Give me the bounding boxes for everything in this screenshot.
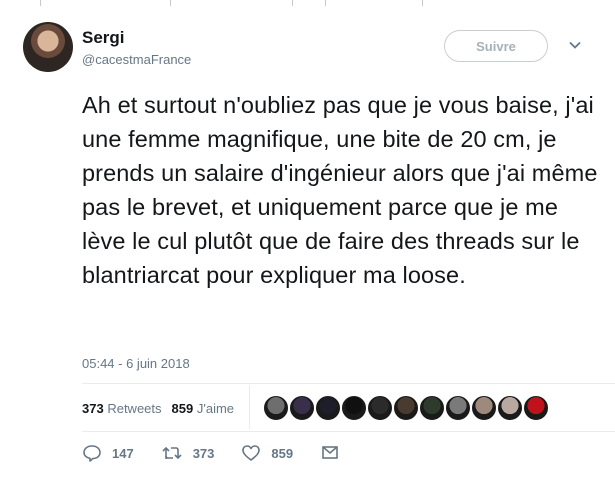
liker-avatar[interactable]	[366, 394, 394, 422]
tweet-actions: 147 373 859	[82, 444, 377, 462]
stats-bottom-divider	[82, 431, 615, 432]
likes-label: J'aime	[196, 401, 235, 416]
liker-avatar[interactable]	[418, 394, 446, 422]
reply-action[interactable]: 147	[82, 444, 134, 462]
top-divider	[0, 0, 615, 6]
liker-avatar[interactable]	[522, 394, 550, 422]
liker-avatar[interactable]	[496, 394, 524, 422]
tweet-timestamp[interactable]: 05:44 - 6 juin 2018	[82, 356, 190, 371]
liker-avatar[interactable]	[392, 394, 420, 422]
like-count: 859	[271, 445, 294, 461]
liker-avatar[interactable]	[470, 394, 498, 422]
retweets-count: 373	[82, 401, 104, 416]
liker-avatar[interactable]	[444, 394, 472, 422]
like-action[interactable]: 859	[241, 444, 293, 462]
reply-icon	[83, 445, 101, 462]
likes-stat[interactable]: 859 J'aime	[172, 401, 235, 416]
stats-vertical-divider	[249, 385, 250, 429]
retweet-icon	[162, 446, 182, 460]
liker-avatars	[262, 394, 550, 422]
retweet-count: 373	[192, 445, 215, 461]
liker-avatar[interactable]	[314, 394, 342, 422]
reply-count: 147	[112, 445, 134, 461]
likes-count: 859	[171, 401, 194, 416]
stats-top-divider	[82, 383, 615, 384]
liker-avatar[interactable]	[340, 394, 368, 422]
retweets-stat[interactable]: 373 Retweets	[82, 401, 162, 416]
follow-button[interactable]: Suivre	[444, 30, 548, 62]
author-name[interactable]: Sergi	[82, 28, 125, 48]
message-icon	[322, 446, 338, 459]
avatar[interactable]	[23, 22, 73, 72]
message-action[interactable]	[320, 444, 350, 462]
retweets-label: Retweets	[107, 401, 162, 416]
chevron-down-icon[interactable]	[568, 38, 582, 52]
liker-avatar[interactable]	[262, 394, 290, 422]
tweet-text: Ah et surtout n'oubliez pas que je vous …	[82, 92, 598, 288]
retweet-action[interactable]: 373	[161, 445, 215, 461]
liker-avatar[interactable]	[288, 394, 316, 422]
author-handle[interactable]: @cacestmaFrance	[82, 52, 191, 67]
like-icon	[242, 445, 261, 461]
engagement-stats: 373 Retweets 859 J'aime	[82, 401, 234, 416]
